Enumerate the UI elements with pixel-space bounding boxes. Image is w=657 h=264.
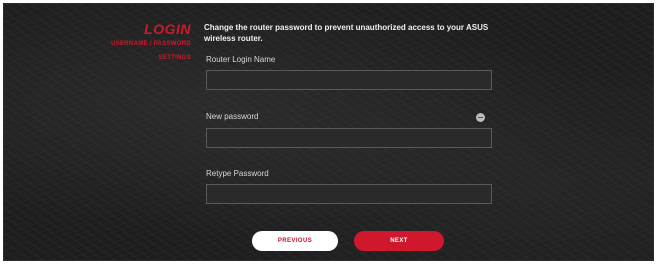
router-login-name-input[interactable]: [206, 70, 492, 90]
new-password-input[interactable]: [206, 128, 492, 148]
instruction-text: Change the router password to prevent un…: [204, 23, 489, 43]
previous-button[interactable]: PREVIOUS: [252, 231, 338, 251]
retype-password-label: Retype Password: [206, 169, 269, 178]
new-password-label: New password: [206, 112, 259, 121]
router-login-name-label: Router Login Name: [206, 55, 276, 64]
eye-icon[interactable]: [476, 113, 485, 122]
page-subtitle-settings: SETTINGS: [158, 55, 191, 61]
page-title: LOGIN: [144, 21, 191, 37]
page-subtitle: USERNAME / PASSWORD: [111, 41, 191, 47]
setup-wizard-panel: LOGIN USERNAME / PASSWORD SETTINGS Chang…: [3, 3, 654, 261]
next-button[interactable]: NEXT: [354, 231, 444, 251]
section-header: LOGIN USERNAME / PASSWORD SETTINGS: [111, 22, 191, 62]
retype-password-input[interactable]: [206, 184, 492, 204]
